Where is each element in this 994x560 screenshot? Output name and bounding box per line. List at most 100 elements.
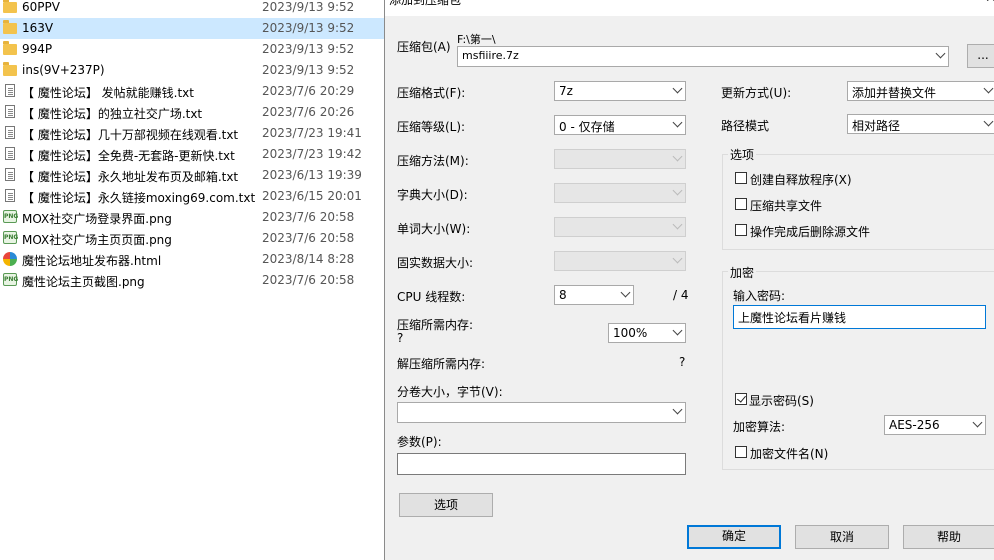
- shared-label: 压缩共享文件: [750, 199, 823, 213]
- chevron-down-icon: [672, 151, 683, 162]
- file-name: 【 魔性论坛】的独立社交广场.txt: [22, 107, 203, 121]
- file-date: 2023/7/6 20:58: [262, 273, 355, 287]
- dialog-titlebar[interactable]: 添加到压缩包 ✕: [385, 0, 994, 16]
- password-label: 输入密码:: [733, 289, 786, 303]
- file-row[interactable]: 【 魔性论坛】永久链接moxing69.com.txt 2023/6/15 20:…: [0, 186, 384, 207]
- password-input[interactable]: 上魔性论坛看片赚钱: [733, 305, 986, 329]
- delete-label: 操作完成后删除源文件: [750, 225, 871, 239]
- browse-button[interactable]: ...: [967, 44, 994, 68]
- chevron-down-icon: [672, 253, 683, 264]
- file-row[interactable]: PNG MOX社交广场主页页面.png 2023/7/6 20:58: [0, 228, 384, 249]
- method-label: 压缩方法(M):: [397, 154, 469, 168]
- show-password-checkbox[interactable]: [735, 393, 747, 405]
- options-group-title: 选项: [728, 146, 757, 163]
- split-combo[interactable]: [397, 402, 686, 423]
- chevron-down-icon: [672, 404, 683, 415]
- delete-checkbox[interactable]: [735, 224, 747, 236]
- folder-icon: [3, 0, 17, 13]
- file-date: 2023/7/6 20:29: [262, 84, 355, 98]
- close-icon[interactable]: ✕: [985, 0, 994, 6]
- file-row[interactable]: PNG 魔性论坛主页截图.png 2023/7/6 20:58: [0, 270, 384, 291]
- file-date: 2023/7/23 19:42: [262, 147, 362, 161]
- file-name: 【 魔性论坛】 发帖就能赚钱.txt: [22, 86, 194, 100]
- file-date: 2023/7/6 20:26: [262, 105, 355, 119]
- archive-label: 压缩包(A): [397, 40, 451, 54]
- cpu-value: 8: [559, 288, 567, 302]
- word-select[interactable]: [554, 217, 686, 237]
- level-label: 压缩等级(L):: [397, 120, 466, 134]
- chevron-down-icon: [672, 219, 683, 230]
- mem-decomp-value: ?: [679, 355, 686, 369]
- archive-name-value: msfiiire.7z: [462, 49, 519, 62]
- chevron-down-icon: [983, 83, 994, 94]
- ok-button[interactable]: 确定: [687, 525, 781, 549]
- format-label: 压缩格式(F):: [397, 86, 466, 100]
- update-select[interactable]: 添加并替换文件: [847, 81, 994, 101]
- mem-percent-select[interactable]: 100%: [608, 323, 686, 343]
- chevron-down-icon: [672, 325, 683, 336]
- enc-method-select[interactable]: AES-256: [884, 415, 986, 435]
- file-name: 60PPV: [22, 0, 60, 14]
- file-name: MOX社交广场登录界面.png: [22, 212, 172, 226]
- file-name: 【 魔性论坛】永久地址发布页及邮箱.txt: [22, 170, 239, 184]
- enc-method-label: 加密算法:: [733, 420, 786, 434]
- chevron-down-icon: [620, 287, 631, 298]
- params-label: 参数(P):: [397, 435, 442, 449]
- archive-name-combo[interactable]: msfiiire.7z: [457, 46, 949, 67]
- chevron-down-icon: [672, 117, 683, 128]
- folder-icon: [3, 20, 17, 34]
- file-row[interactable]: 【 魔性论坛】 发帖就能赚钱.txt 2023/7/6 20:29: [0, 81, 384, 102]
- solid-label: 固实数据大小:: [397, 256, 474, 270]
- file-row[interactable]: 60PPV 2023/9/13 9:52: [0, 0, 384, 18]
- cpu-label: CPU 线程数:: [397, 290, 466, 304]
- encrypt-names-label: 加密文件名(N): [750, 447, 829, 461]
- format-select[interactable]: 7z: [554, 81, 686, 101]
- add-to-archive-dialog: 添加到压缩包 ✕ 压缩包(A) F:\第一\ msfiiire.7z ... 压…: [384, 0, 994, 560]
- file-row[interactable]: ins(9V+237P) 2023/9/13 9:52: [0, 60, 384, 81]
- options-button[interactable]: 选项: [399, 493, 493, 517]
- chevron-down-icon: [672, 185, 683, 196]
- method-select[interactable]: [554, 149, 686, 169]
- file-name: 魔性论坛地址发布器.html: [22, 254, 162, 268]
- file-list: 60PPV 2023/9/13 9:52 163V 2023/9/13 9:52 994…: [0, 0, 384, 560]
- file-row[interactable]: 163V 2023/9/13 9:52: [0, 18, 384, 39]
- solid-select[interactable]: [554, 251, 686, 271]
- help-button[interactable]: 帮助: [903, 525, 994, 549]
- archive-path: F:\第一\: [457, 33, 496, 46]
- mem-comp-label: 压缩所需内存:: [397, 318, 474, 332]
- file-date: 2023/9/13 9:52: [262, 21, 355, 35]
- cpu-select[interactable]: 8: [554, 285, 634, 305]
- file-row[interactable]: PNG MOX社交广场登录界面.png 2023/7/6 20:58: [0, 207, 384, 228]
- file-row[interactable]: 994P 2023/9/13 9:52: [0, 39, 384, 60]
- dict-select[interactable]: [554, 183, 686, 203]
- enc-method-value: AES-256: [889, 418, 940, 432]
- mem-comp-value: ?: [397, 331, 404, 345]
- text-file-icon: [5, 84, 15, 97]
- sfx-label: 创建自释放程序(X): [750, 173, 852, 187]
- file-row[interactable]: 【 魔性论坛】永久地址发布页及邮箱.txt 2023/6/13 19:39: [0, 165, 384, 186]
- file-row[interactable]: 魔性论坛地址发布器.html 2023/8/14 8:28: [0, 249, 384, 270]
- params-input[interactable]: [397, 453, 686, 475]
- file-row[interactable]: 【 魔性论坛】全免费-无套路-更新快.txt 2023/7/23 19:42: [0, 144, 384, 165]
- file-date: 2023/7/23 19:41: [262, 126, 362, 140]
- file-date: 2023/6/15 20:01: [262, 189, 362, 203]
- file-date: 2023/6/13 19:39: [262, 168, 362, 182]
- file-name: 魔性论坛主页截图.png: [22, 275, 145, 289]
- shared-checkbox[interactable]: [735, 198, 747, 210]
- cancel-button[interactable]: 取消: [795, 525, 889, 549]
- level-value: 0 - 仅存储: [559, 120, 615, 134]
- encrypt-names-checkbox[interactable]: [735, 446, 747, 458]
- file-date: 2023/7/6 20:58: [262, 210, 355, 224]
- sfx-checkbox[interactable]: [735, 172, 747, 184]
- chevron-down-icon: [983, 116, 994, 127]
- level-select[interactable]: 0 - 仅存储: [554, 115, 686, 135]
- password-value: 上魔性论坛看片赚钱: [738, 311, 847, 325]
- html-file-icon: [3, 252, 17, 266]
- file-row[interactable]: 【 魔性论坛】的独立社交广场.txt 2023/7/6 20:26: [0, 102, 384, 123]
- chevron-down-icon: [972, 417, 983, 428]
- pathmode-select[interactable]: 相对路径: [847, 114, 994, 134]
- file-name: 【 魔性论坛】几十万部视频在线观看.txt: [22, 128, 239, 142]
- file-row[interactable]: 【 魔性论坛】几十万部视频在线观看.txt 2023/7/23 19:41: [0, 123, 384, 144]
- update-value: 添加并替换文件: [852, 86, 937, 100]
- file-name: 994P: [22, 42, 53, 56]
